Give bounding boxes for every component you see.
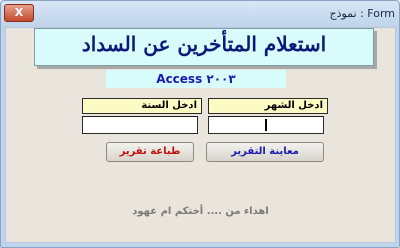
title-bar[interactable]: X Form : نموذج (1, 1, 399, 27)
window-title: Form : نموذج (329, 7, 395, 20)
page-title: استعلام المتأخرين عن السداد (81, 32, 327, 56)
form-window: X Form : نموذج استعلام المتأخرين عن السد… (0, 0, 400, 248)
print-report-button[interactable]: طباعة تقرير (106, 142, 194, 162)
footer-dedication: اهداء من .... أختكم ام عهود (132, 206, 269, 217)
preview-report-button[interactable]: معاينة التقرير (206, 142, 324, 162)
header-banner: استعلام المتأخرين عن السداد (34, 28, 374, 66)
year-input[interactable] (82, 116, 198, 134)
form-body: استعلام المتأخرين عن السداد Access ٢٠٠٣ … (5, 27, 396, 243)
access-version-label: Access ٢٠٠٣ (106, 70, 286, 88)
text-cursor (265, 119, 267, 131)
month-label: ادخل الشهر (208, 98, 328, 114)
month-input[interactable] (208, 116, 324, 134)
close-button[interactable]: X (4, 4, 34, 22)
year-label: ادخل السنة (82, 98, 202, 114)
